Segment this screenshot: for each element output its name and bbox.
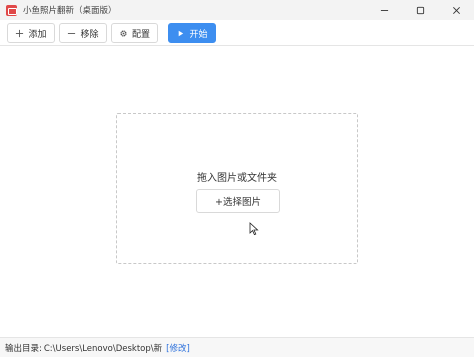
content-area: 拖入图片或文件夹 +选择图片 (0, 47, 474, 337)
maximize-button[interactable] (402, 0, 438, 20)
close-icon (452, 6, 460, 14)
minus-icon (67, 29, 76, 38)
drop-zone[interactable]: 拖入图片或文件夹 +选择图片 (116, 113, 358, 264)
minimize-button[interactable] (366, 0, 402, 20)
config-button[interactable]: 配置 (111, 23, 158, 43)
maximize-icon (416, 6, 424, 14)
output-dir-path: C:\Users\Lenovo\Desktop\新 (43, 343, 163, 354)
remove-button[interactable]: 移除 (59, 23, 107, 43)
select-image-button[interactable]: +选择图片 (196, 189, 280, 213)
add-button-label: 添加 (28, 29, 47, 40)
start-button[interactable]: 开始 (168, 23, 216, 43)
minimize-icon (380, 9, 388, 11)
add-button[interactable]: 添加 (7, 23, 55, 43)
status-bar: 输出目录: C:\Users\Lenovo\Desktop\新 [修改] (0, 337, 474, 357)
play-icon (176, 29, 185, 38)
close-button[interactable] (438, 0, 474, 20)
start-button-label: 开始 (189, 29, 208, 40)
plus-icon (15, 29, 24, 38)
mouse-cursor-icon (249, 222, 259, 236)
title-bar: 小鱼照片翻新（桌面版） (0, 0, 474, 20)
config-button-label: 配置 (131, 29, 150, 40)
remove-button-label: 移除 (80, 29, 99, 40)
window-title: 小鱼照片翻新（桌面版） (23, 6, 117, 16)
toolbar: 添加 移除 配置 开始 (0, 20, 474, 46)
gear-icon (119, 29, 128, 38)
photo-app-icon (6, 4, 17, 16)
window-controls (366, 0, 474, 20)
output-dir-label: 输出目录: (5, 343, 42, 354)
drop-hint-text: 拖入图片或文件夹 (197, 173, 277, 184)
edit-output-link[interactable]: [修改] (166, 342, 190, 354)
